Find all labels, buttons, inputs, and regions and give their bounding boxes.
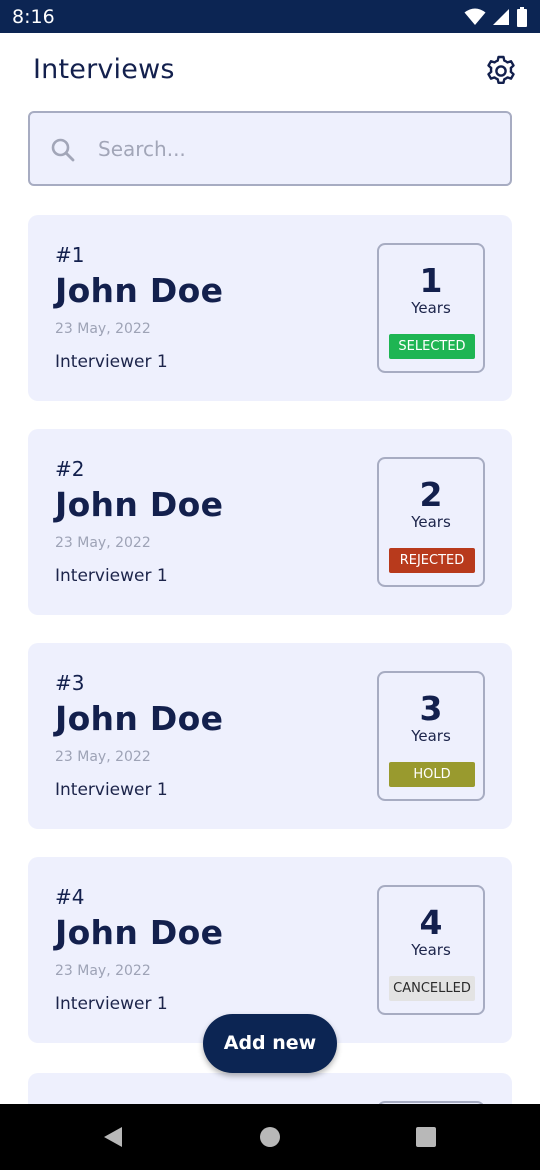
navigation-bar [0, 1104, 540, 1170]
add-new-button[interactable]: Add new [203, 1014, 337, 1073]
candidate-name: John Doe [55, 913, 224, 952]
interviewer-name: Interviewer 1 [55, 780, 168, 800]
interview-number: #2 [55, 457, 85, 481]
experience-unit: Years [411, 299, 451, 317]
interview-date: 23 May, 2022 [55, 535, 151, 551]
screen: 8:16 Interviews Search... #1 John Doe 23… [0, 0, 540, 1170]
status-badge: HOLD [389, 762, 475, 787]
interview-card[interactable]: #1 John Doe 23 May, 2022 Interviewer 1 1… [28, 215, 512, 401]
experience-years: 3 [419, 689, 443, 728]
interview-card[interactable]: #2 John Doe 23 May, 2022 Interviewer 1 2… [28, 429, 512, 615]
status-icons [464, 6, 528, 27]
interview-list: #1 John Doe 23 May, 2022 Interviewer 1 1… [28, 215, 512, 1071]
home-icon[interactable] [259, 1126, 281, 1153]
settings-button[interactable] [484, 54, 518, 88]
candidate-name: John Doe [55, 699, 224, 738]
interview-date: 23 May, 2022 [55, 321, 151, 337]
interviewer-name: Interviewer 1 [55, 566, 168, 586]
status-badge: CANCELLED [389, 976, 475, 1001]
experience-unit: Years [411, 513, 451, 531]
interview-card[interactable]: #3 John Doe 23 May, 2022 Interviewer 1 3… [28, 643, 512, 829]
interviewer-name: Interviewer 1 [55, 994, 168, 1014]
interview-number: #4 [55, 885, 85, 909]
recents-icon[interactable] [415, 1126, 437, 1153]
experience-box: 3 Years HOLD [377, 671, 485, 801]
back-icon[interactable] [102, 1126, 124, 1153]
search-icon [50, 137, 76, 163]
status-badge: SELECTED [389, 334, 475, 359]
experience-box: 1 Years SELECTED [377, 243, 485, 373]
search-input[interactable] [98, 113, 498, 184]
candidate-name: John Doe [55, 271, 224, 310]
experience-unit: Years [411, 727, 451, 745]
status-bar: 8:16 [0, 0, 540, 33]
wifi-icon [464, 8, 486, 26]
experience-years: 1 [419, 261, 443, 300]
status-time: 8:16 [12, 5, 55, 28]
cellular-signal-icon [492, 8, 510, 26]
experience-box: 2 Years REJECTED [377, 457, 485, 587]
page-title: Interviews [33, 54, 175, 85]
interview-number: #1 [55, 243, 85, 267]
search-box[interactable] [28, 111, 512, 186]
interview-date: 23 May, 2022 [55, 749, 151, 765]
interview-number: #3 [55, 671, 85, 695]
gear-icon [484, 55, 518, 92]
status-badge: REJECTED [389, 548, 475, 573]
battery-icon [516, 6, 528, 27]
experience-years: 2 [419, 475, 443, 514]
experience-unit: Years [411, 941, 451, 959]
experience-years: 4 [419, 903, 443, 942]
interviewer-name: Interviewer 1 [55, 352, 168, 372]
candidate-name: John Doe [55, 485, 224, 524]
experience-box: 4 Years CANCELLED [377, 885, 485, 1015]
interview-date: 23 May, 2022 [55, 963, 151, 979]
